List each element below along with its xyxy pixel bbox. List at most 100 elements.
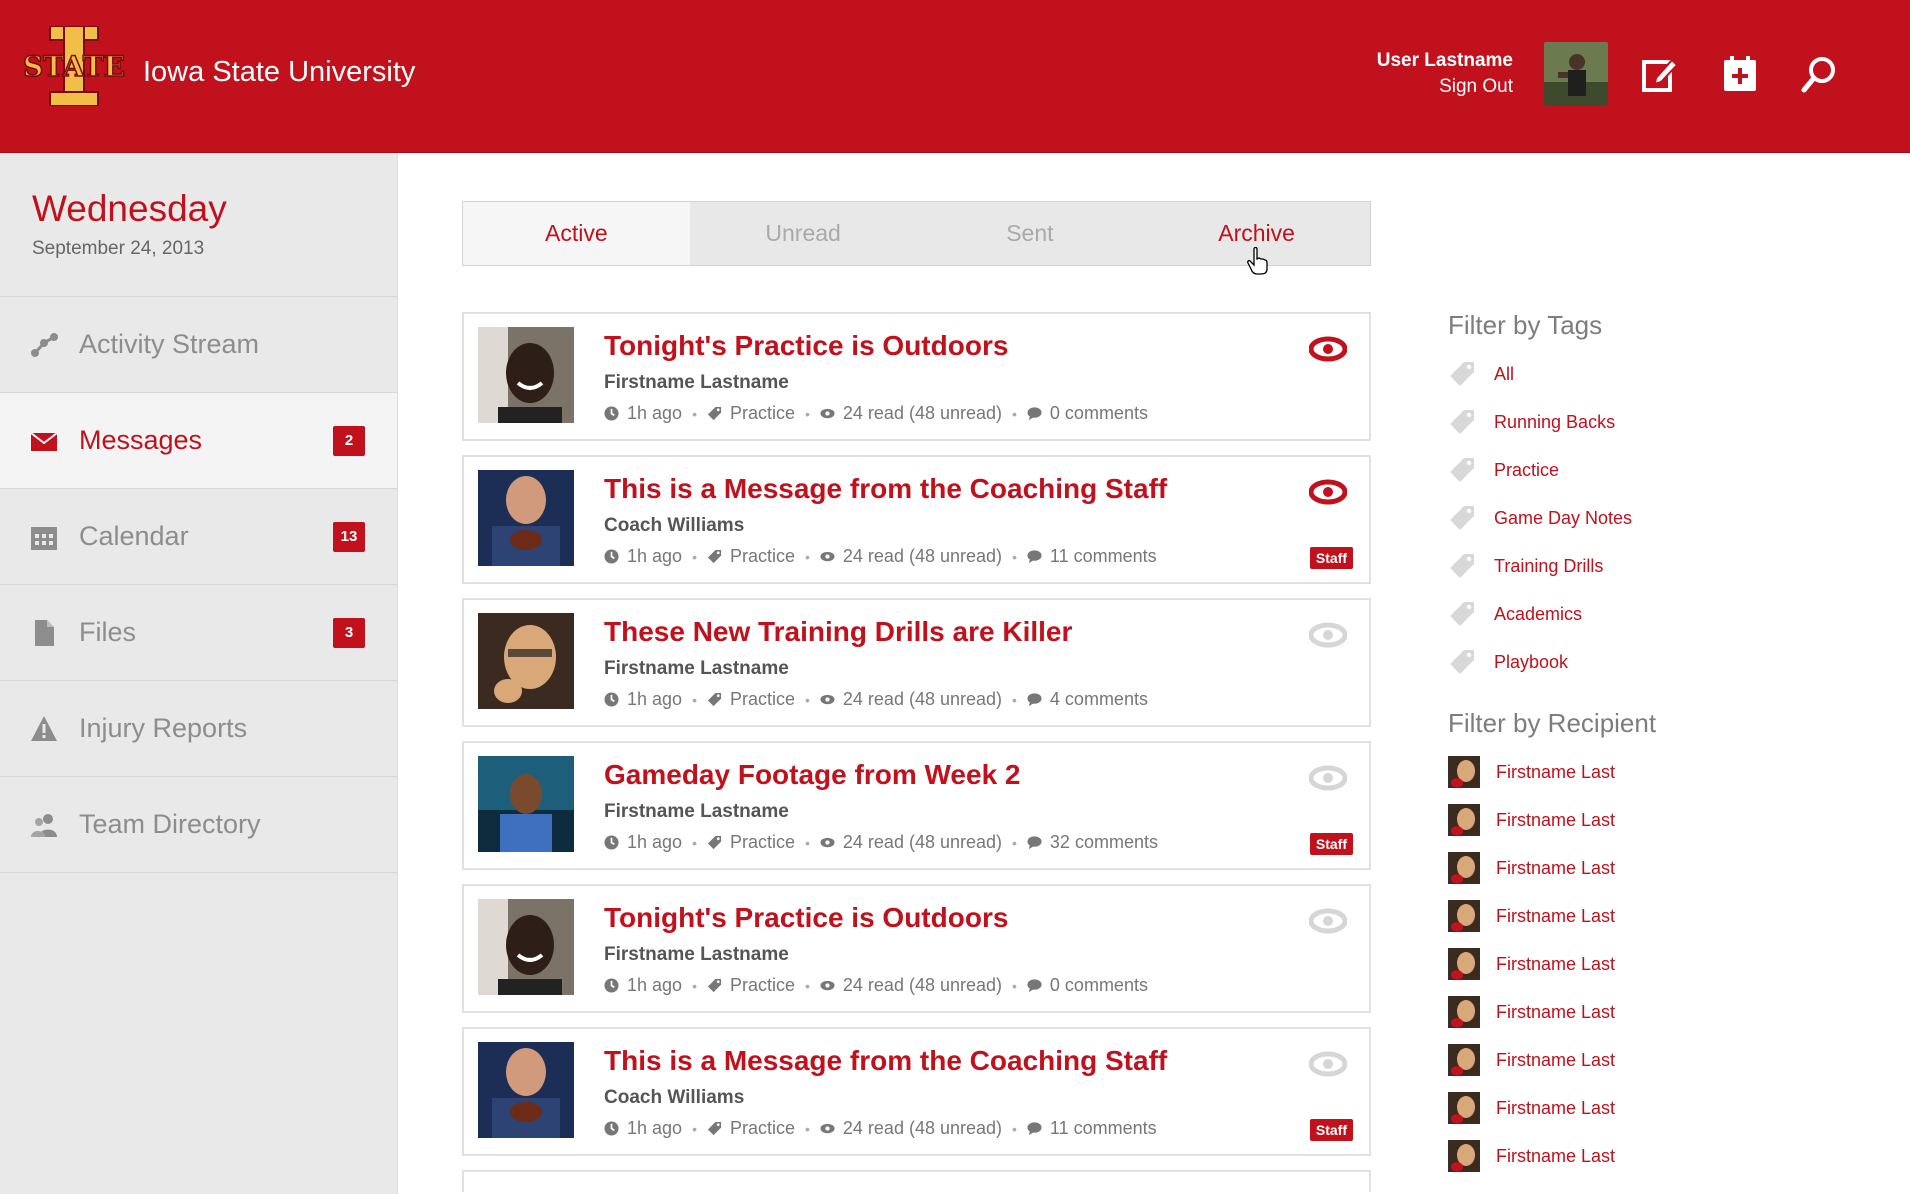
recipient-filter-label[interactable]: Firstname Last [1496, 954, 1615, 975]
recipient-filter-label[interactable]: Firstname Last [1496, 762, 1615, 783]
message-author: Coach Williams [604, 1087, 745, 1108]
comment-icon [1027, 550, 1042, 564]
tag-filter-label[interactable]: All [1494, 364, 1514, 385]
message-time: 1h ago [627, 546, 683, 566]
sidebar-item-messages[interactable]: Messages 2 [0, 393, 397, 489]
sign-out-link[interactable]: Sign Out [1377, 73, 1513, 101]
message-author: Firstname Lastname [604, 372, 789, 393]
tag-filter-list: All Running Backs Practice Game Day Notes Tr… [1448, 350, 1888, 686]
files-count-badge: 3 [333, 617, 365, 648]
recipient-filter-label[interactable]: Firstname Last [1496, 1002, 1615, 1023]
sidebar-item-activity-stream[interactable]: Activity Stream [0, 297, 397, 393]
recipient-filter-label[interactable]: Firstname Last [1496, 906, 1615, 927]
tag-filter-item[interactable]: Game Day Notes [1448, 494, 1888, 542]
recipient-filter-label[interactable]: Firstname Last [1496, 858, 1615, 879]
message-comments[interactable]: 32 comments [1050, 832, 1158, 853]
message-time: 1h ago [627, 1118, 683, 1138]
recipient-filter-list: Firstname Last Firstname Last Firstname La… [1448, 748, 1888, 1180]
current-date: September 24, 2013 [32, 238, 205, 259]
message-card[interactable]: Gameday Footage from Week 2 Firstname La… [462, 741, 1371, 870]
tag-icon [1450, 458, 1474, 482]
tag-filter-item[interactable]: Academics [1448, 590, 1888, 638]
message-comments[interactable]: 0 comments [1050, 403, 1148, 424]
tag-filter-label[interactable]: Training Drills [1494, 556, 1603, 577]
message-card[interactable]: This is a Message from the Coaching Staf… [462, 1027, 1371, 1156]
sidebar-item-label: Team Directory [79, 809, 261, 839]
read-eye-icon[interactable] [1309, 908, 1347, 934]
message-title[interactable]: Tonight's Practice is Outdoors [604, 330, 1008, 362]
message-card[interactable]: Tonight's Practice is Outdoors Firstname… [462, 312, 1371, 441]
recipient-filter-label[interactable]: Firstname Last [1496, 1098, 1615, 1119]
comment-icon [1027, 836, 1042, 850]
message-tag[interactable]: Practice [730, 403, 795, 424]
tab-sent[interactable]: Sent [917, 202, 1144, 265]
sidebar-item-label: Files [79, 617, 137, 647]
sidebar-item-injury-reports[interactable]: Injury Reports [0, 681, 397, 777]
tab-unread[interactable]: Unread [690, 202, 917, 265]
calendar-add-icon[interactable] [1720, 54, 1760, 94]
message-title[interactable]: This is a Message from the Coaching Staf… [604, 473, 1167, 505]
user-avatar[interactable] [1544, 42, 1608, 106]
sidebar-item-files[interactable]: Files 3 [0, 585, 397, 681]
message-reads: 24 read (48 unread) [842, 403, 1003, 423]
recipient-filter-item[interactable]: Firstname Last [1448, 1132, 1888, 1180]
search-icon[interactable] [1800, 54, 1840, 94]
compose-icon[interactable] [1640, 54, 1680, 94]
message-tag[interactable]: Practice [730, 546, 795, 567]
recipient-filter-item[interactable]: Firstname Last [1448, 796, 1888, 844]
message-tag[interactable]: Practice [730, 832, 795, 853]
eye-icon [820, 980, 835, 991]
iowa-state-logo[interactable]: STATE [20, 26, 128, 106]
message-card-partial[interactable] [462, 1170, 1371, 1192]
message-card[interactable]: This is a Message from the Coaching Staf… [462, 455, 1371, 584]
tag-filter-item[interactable]: Playbook [1448, 638, 1888, 686]
recipient-filter-label[interactable]: Firstname Last [1496, 1146, 1615, 1167]
calendar-icon [31, 527, 57, 550]
recipient-filter-item[interactable]: Firstname Last [1448, 1084, 1888, 1132]
recipient-filter-label[interactable]: Firstname Last [1496, 810, 1615, 831]
message-comments[interactable]: 11 comments [1050, 546, 1157, 567]
tag-filter-label[interactable]: Playbook [1494, 652, 1568, 673]
tab-active[interactable]: Active [463, 202, 690, 265]
message-tag[interactable]: Practice [730, 689, 795, 710]
read-eye-icon[interactable] [1309, 765, 1347, 791]
tag-filter-item[interactable]: Running Backs [1448, 398, 1888, 446]
recipient-filter-item[interactable]: Firstname Last [1448, 748, 1888, 796]
recipient-filter-item[interactable]: Firstname Last [1448, 988, 1888, 1036]
tag-filter-item[interactable]: All [1448, 350, 1888, 398]
envelope-icon [30, 432, 58, 451]
tag-filter-label[interactable]: Academics [1494, 604, 1582, 625]
tag-filter-item[interactable]: Training Drills [1448, 542, 1888, 590]
message-tag[interactable]: Practice [730, 975, 795, 996]
message-title[interactable]: Gameday Footage from Week 2 [604, 759, 1021, 791]
sidebar-item-label: Calendar [79, 521, 189, 551]
message-title[interactable]: These New Training Drills are Killer [604, 616, 1072, 648]
recipient-filter-item[interactable]: Firstname Last [1448, 940, 1888, 988]
tag-filter-label[interactable]: Game Day Notes [1494, 508, 1632, 529]
read-eye-icon[interactable] [1309, 1051, 1347, 1077]
message-card[interactable]: These New Training Drills are Killer Fir… [462, 598, 1371, 727]
tag-filter-label[interactable]: Running Backs [1494, 412, 1615, 433]
message-comments[interactable]: 11 comments [1050, 1118, 1157, 1139]
recipient-filter-item[interactable]: Firstname Last [1448, 1036, 1888, 1084]
recipient-filter-label[interactable]: Firstname Last [1496, 1050, 1615, 1071]
message-comments[interactable]: 0 comments [1050, 975, 1148, 996]
clock-icon [604, 835, 619, 850]
read-eye-icon[interactable] [1309, 622, 1347, 648]
recipient-avatar [1448, 1092, 1480, 1124]
message-title[interactable]: This is a Message from the Coaching Staf… [604, 1045, 1167, 1077]
unread-eye-icon[interactable] [1309, 336, 1347, 362]
unread-eye-icon[interactable] [1309, 479, 1347, 505]
message-comments[interactable]: 4 comments [1050, 689, 1148, 710]
message-card[interactable]: Tonight's Practice is Outdoors Firstname… [462, 884, 1371, 1013]
tag-filter-label[interactable]: Practice [1494, 460, 1559, 481]
sidebar-item-calendar[interactable]: Calendar 13 [0, 489, 397, 585]
message-tag[interactable]: Practice [730, 1118, 795, 1139]
message-title[interactable]: Tonight's Practice is Outdoors [604, 902, 1008, 934]
recipient-avatar [1448, 1140, 1480, 1172]
recipient-filter-item[interactable]: Firstname Last [1448, 892, 1888, 940]
tag-filter-item[interactable]: Practice [1448, 446, 1888, 494]
recipient-filter-item[interactable]: Firstname Last [1448, 844, 1888, 892]
sidebar-item-team-directory[interactable]: Team Directory [0, 777, 397, 873]
comment-icon [1027, 407, 1042, 421]
